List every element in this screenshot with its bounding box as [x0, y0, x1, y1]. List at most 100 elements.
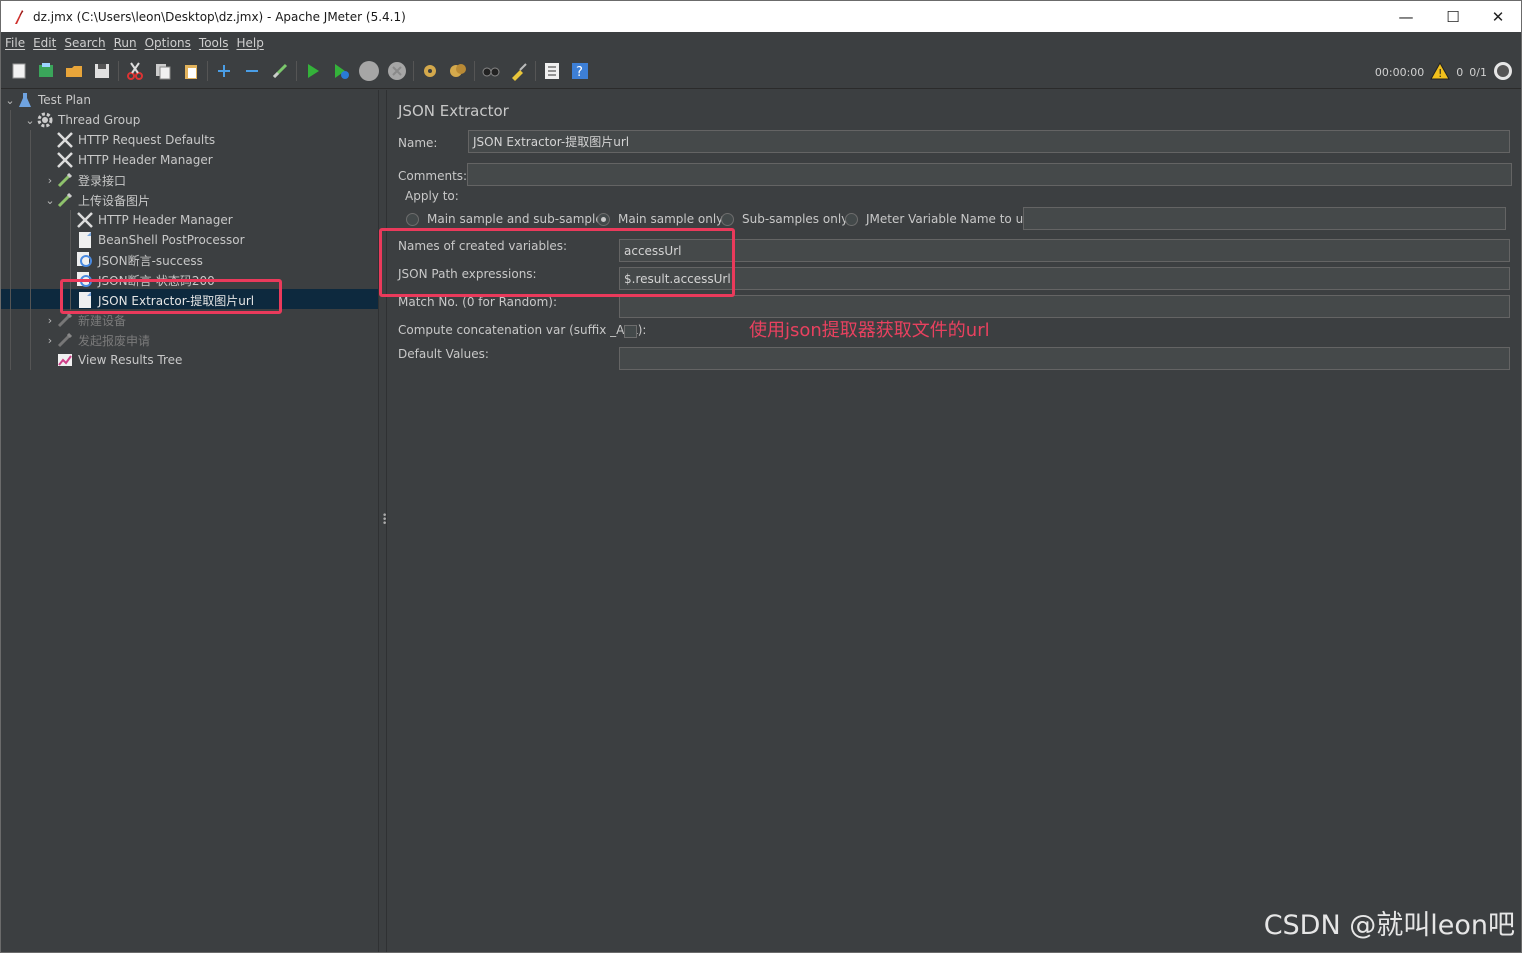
tree-item-http-request-defaults[interactable]: HTTP Request Defaults: [56, 130, 215, 150]
tree-item-label: 发起报废申请: [78, 333, 151, 348]
comments-input[interactable]: [467, 163, 1512, 186]
paste-icon[interactable]: [180, 60, 202, 82]
annotation-highlight-fields: [379, 228, 735, 297]
menu-help[interactable]: Help: [236, 36, 263, 50]
clear-icon[interactable]: [419, 60, 441, 82]
match-no-input[interactable]: [619, 295, 1510, 318]
reset-search-icon[interactable]: [508, 60, 530, 82]
start-no-pause-icon[interactable]: [330, 60, 352, 82]
collapsed-arrow-icon[interactable]: ›: [44, 314, 56, 327]
templates-icon[interactable]: [35, 60, 57, 82]
open-icon[interactable]: [63, 60, 85, 82]
radio-circle: [721, 212, 734, 226]
menu-options[interactable]: Options: [145, 36, 191, 50]
magnifier-icon: [76, 251, 94, 269]
expand-arrow-icon[interactable]: ⌄: [24, 114, 36, 127]
maximize-button[interactable]: ☐: [1430, 1, 1476, 32]
pipette-icon: [56, 171, 74, 189]
radio-main-only[interactable]: Main sample only: [597, 212, 723, 226]
cut-icon[interactable]: [124, 60, 146, 82]
jmeter-window: dz.jmx (C:\Users\leon\Desktop\dz.jmx) - …: [0, 0, 1522, 953]
tree-item-login-api[interactable]: › 登录接口: [44, 170, 126, 190]
radio-circle: [845, 212, 858, 226]
wrench-icon: [56, 131, 74, 149]
wrench-icon: [56, 151, 74, 169]
variable-names-input[interactable]: accessUrl: [619, 239, 1510, 262]
expand-icon[interactable]: [213, 60, 235, 82]
expand-arrow-icon[interactable]: ⌄: [44, 194, 56, 207]
tree-item-test-plan[interactable]: ⌄ Test Plan: [4, 90, 91, 110]
svg-text:!: !: [1438, 67, 1442, 80]
toolbar: ? 00:00:00 ! 0 0/1: [1, 53, 1521, 89]
name-label: Name:: [398, 136, 438, 150]
tree-item-label: View Results Tree: [78, 353, 183, 367]
pipette-icon: [56, 191, 74, 209]
pipette-icon: [56, 331, 74, 349]
gear-icon: [36, 111, 54, 129]
collapse-icon[interactable]: [241, 60, 263, 82]
tree-item-label: 上传设备图片: [78, 193, 151, 208]
chart-icon: [56, 351, 74, 369]
function-helper-icon[interactable]: [541, 60, 563, 82]
default-values-input[interactable]: [619, 347, 1510, 370]
radio-circle-selected: [597, 212, 610, 226]
menu-edit[interactable]: Edit: [33, 36, 56, 50]
tree-item-upload-device-image[interactable]: ⌄ 上传设备图片: [44, 190, 150, 210]
new-icon[interactable]: [8, 60, 30, 82]
tree-item-label: Thread Group: [58, 113, 141, 127]
clear-all-icon[interactable]: [447, 60, 469, 82]
menu-bar: File Edit Search Run Options Tools Help: [1, 32, 1521, 53]
expand-arrow-icon[interactable]: ⌄: [4, 94, 16, 107]
test-plan-tree: ⌄ Test Plan ⌄ Thread Group HTTP Request …: [1, 90, 378, 952]
stop-icon[interactable]: [358, 60, 380, 82]
window-title: dz.jmx (C:\Users\leon\Desktop\dz.jmx) - …: [33, 9, 406, 24]
search-icon[interactable]: [480, 60, 502, 82]
annotation-text: 使用json提取器获取文件的url: [749, 320, 990, 341]
help-icon[interactable]: ?: [569, 60, 591, 82]
tree-item-label: 新建设备: [78, 313, 127, 328]
wrench-icon: [76, 211, 94, 229]
elapsed-timer: 00:00:00: [1374, 66, 1425, 79]
tree-item-label: BeanShell PostProcessor: [98, 233, 245, 247]
tree-item-json-assertion-success[interactable]: JSON断言-success: [76, 250, 203, 270]
tree-item-label: JSON断言-success: [98, 253, 203, 268]
tree-item-view-results-tree[interactable]: View Results Tree: [56, 350, 182, 370]
json-path-input[interactable]: $.result.accessUrl: [619, 267, 1510, 290]
run-status: 00:00:00 ! 0 0/1: [1375, 61, 1513, 84]
menu-tools[interactable]: Tools: [199, 36, 229, 50]
jmeter-variable-input[interactable]: [1023, 207, 1506, 230]
collapsed-arrow-icon[interactable]: ›: [44, 174, 56, 187]
collapsed-arrow-icon[interactable]: ›: [44, 334, 56, 347]
tree-item-scrap-request[interactable]: › 发起报废申请: [44, 330, 150, 350]
document-icon: [76, 231, 94, 249]
copy-icon[interactable]: [152, 60, 174, 82]
warning-icon[interactable]: !: [1430, 61, 1451, 83]
menu-search[interactable]: Search: [64, 36, 105, 50]
csdn-watermark: CSDN @就叫leon吧: [1263, 910, 1515, 941]
menu-run[interactable]: Run: [114, 36, 137, 50]
radio-circle: [406, 212, 419, 226]
split-pane-divider[interactable]: • • •: [378, 90, 387, 952]
flask-icon: [16, 91, 34, 109]
minimize-button[interactable]: —: [1383, 1, 1429, 32]
save-icon[interactable]: [91, 60, 113, 82]
match-no-label: Match No. (0 for Random):: [398, 295, 558, 309]
concat-checkbox[interactable]: [624, 325, 637, 338]
radio-jmeter-variable[interactable]: JMeter Variable Name to use: [845, 212, 1037, 226]
remote-globe-icon: [1493, 61, 1513, 84]
tree-item-thread-group[interactable]: ⌄ Thread Group: [24, 110, 140, 130]
toggle-icon[interactable]: [269, 60, 291, 82]
tree-item-beanshell-postprocessor[interactable]: BeanShell PostProcessor: [76, 230, 245, 250]
svg-text:?: ?: [576, 65, 583, 80]
concat-label: Compute concatenation var (suffix _ALL):: [398, 323, 647, 337]
tree-item-http-header-manager[interactable]: HTTP Header Manager: [56, 150, 213, 170]
radio-sub-only[interactable]: Sub-samples only: [721, 212, 848, 226]
apply-to-label: Apply to:: [405, 189, 459, 203]
tree-item-http-header-manager-2[interactable]: HTTP Header Manager: [76, 210, 233, 230]
close-button[interactable]: ✕: [1475, 1, 1521, 32]
radio-main-and-sub[interactable]: Main sample and sub-samples: [406, 212, 609, 226]
menu-file[interactable]: File: [5, 36, 25, 50]
start-icon[interactable]: [302, 60, 324, 82]
name-input[interactable]: JSON Extractor-提取图片url: [468, 130, 1510, 153]
shutdown-icon[interactable]: [386, 60, 408, 82]
